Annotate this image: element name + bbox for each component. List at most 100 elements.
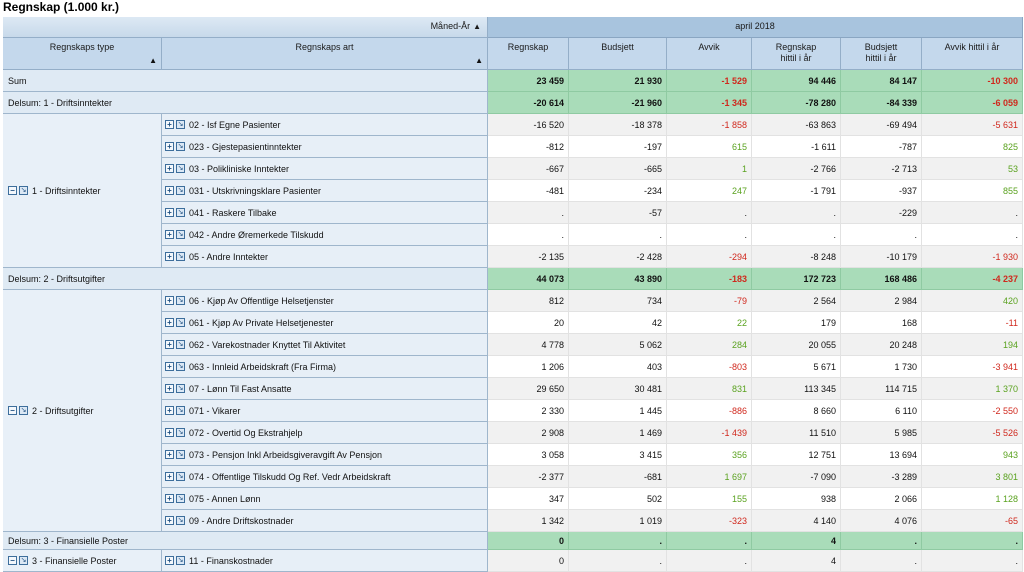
drill-down-icon[interactable]: ↘ [176, 516, 185, 525]
drill-down-icon[interactable]: ↘ [176, 296, 185, 305]
sort-asc-icon[interactable]: ▲ [149, 55, 157, 66]
pivot-dimension-header[interactable]: Måned-År ▲ [3, 17, 488, 38]
value-cell: -84 339 [841, 92, 922, 114]
expand-icon[interactable]: + [165, 186, 174, 195]
collapse-icon[interactable]: − [8, 186, 17, 195]
expand-icon[interactable]: + [165, 164, 174, 173]
column-header[interactable]: Regnskap hittil i år [752, 38, 841, 70]
value-cell: -803 [667, 356, 752, 378]
drill-down-icon[interactable]: ↘ [176, 186, 185, 195]
row-label-text: Sum [8, 75, 27, 86]
row-dim-header-art[interactable]: Regnskaps art ▲ [162, 38, 488, 70]
drill-down-icon[interactable]: ↘ [176, 164, 185, 173]
value-cell: -183 [667, 268, 752, 290]
group-label[interactable]: − ↘ 1 - Driftsinntekter [3, 114, 162, 268]
account-row-label[interactable]: + ↘ 031 - Utskrivningsklare Pasienter [162, 180, 488, 202]
account-row-label[interactable]: + ↘ 062 - Varekostnader Knyttet Til Aktivi… [162, 334, 488, 356]
account-row-label[interactable]: + ↘ 074 - Offentlige Tilskudd Og Ref. Vedr… [162, 466, 488, 488]
drill-down-icon[interactable]: ↘ [176, 208, 185, 217]
expand-icon[interactable]: + [165, 142, 174, 151]
drill-down-icon[interactable]: ↘ [176, 318, 185, 327]
value-cell: 12 751 [752, 444, 841, 466]
expand-icon[interactable]: + [165, 428, 174, 437]
column-header-line2: hittil i år [865, 53, 897, 63]
value-cell: 247 [667, 180, 752, 202]
value-cell: 84 147 [841, 70, 922, 92]
value-cell: -2 550 [922, 400, 1023, 422]
sort-asc-icon[interactable]: ▲ [475, 55, 483, 66]
account-row-label[interactable]: + ↘ 073 - Pensjon Inkl Arbeidsgiveravgift … [162, 444, 488, 466]
column-header[interactable]: Budsjett [569, 38, 667, 70]
expand-icon[interactable]: + [165, 230, 174, 239]
account-row-label[interactable]: + ↘ 07 - Lønn Til Fast Ansatte [162, 378, 488, 400]
collapse-icon[interactable]: − [8, 556, 17, 565]
drill-down-icon[interactable]: ↘ [176, 252, 185, 261]
drill-down-icon[interactable]: ↘ [176, 494, 185, 503]
account-row-label[interactable]: + ↘ 02 - Isf Egne Pasienter [162, 114, 488, 136]
value-cell: 938 [752, 488, 841, 510]
drill-down-icon[interactable]: ↘ [19, 186, 28, 195]
account-row-label[interactable]: + ↘ 05 - Andre Inntekter [162, 246, 488, 268]
expand-icon[interactable]: + [165, 556, 174, 565]
expand-icon[interactable]: + [165, 362, 174, 371]
column-header[interactable]: Regnskap [488, 38, 569, 70]
account-row-label[interactable]: + ↘ 072 - Overtid Og Ekstrahjelp [162, 422, 488, 444]
expand-icon[interactable]: + [165, 208, 174, 217]
expand-icon[interactable]: + [165, 340, 174, 349]
expand-icon[interactable]: + [165, 472, 174, 481]
value-cell: 113 345 [752, 378, 841, 400]
group-label[interactable]: − ↘ 2 - Driftsutgifter [3, 290, 162, 532]
value-cell: 172 723 [752, 268, 841, 290]
account-row-label[interactable]: + ↘ 075 - Annen Lønn [162, 488, 488, 510]
account-row-label[interactable]: + ↘ 09 - Andre Driftskostnader [162, 510, 488, 532]
drill-down-icon[interactable]: ↘ [176, 120, 185, 129]
account-row-label[interactable]: + ↘ 041 - Raskere Tilbake [162, 202, 488, 224]
drill-down-icon[interactable]: ↘ [176, 384, 185, 393]
value-cell: -197 [569, 136, 667, 158]
row-label-text: 09 - Andre Driftskostnader [189, 515, 294, 526]
value-cell: 168 [841, 312, 922, 334]
drill-down-icon[interactable]: ↘ [176, 230, 185, 239]
value-cell: 943 [922, 444, 1023, 466]
drill-down-icon[interactable]: ↘ [19, 406, 28, 415]
expand-icon[interactable]: + [165, 494, 174, 503]
expand-icon[interactable]: + [165, 406, 174, 415]
collapse-icon[interactable]: − [8, 406, 17, 415]
drill-down-icon[interactable]: ↘ [176, 340, 185, 349]
drill-down-icon[interactable]: ↘ [176, 406, 185, 415]
account-row-label[interactable]: + ↘ 042 - Andre Øremerkede Tilskudd [162, 224, 488, 246]
account-row-label[interactable]: + ↘ 061 - Kjøp Av Private Helsetjenester [162, 312, 488, 334]
value-cell: -6 059 [922, 92, 1023, 114]
row-label-text: 074 - Offentlige Tilskudd Og Ref. Vedr A… [189, 471, 391, 482]
column-header[interactable]: Avvik hittil i år [922, 38, 1023, 70]
drill-down-icon[interactable]: ↘ [176, 428, 185, 437]
subtotal-row-label: Delsum: 3 - Finansielle Poster [3, 532, 488, 550]
column-header[interactable]: Avvik [667, 38, 752, 70]
drill-down-icon[interactable]: ↘ [176, 556, 185, 565]
drill-down-icon[interactable]: ↘ [19, 556, 28, 565]
account-row-label[interactable]: + ↘ 023 - Gjestepasientinntekter [162, 136, 488, 158]
account-row-label[interactable]: + ↘ 06 - Kjøp Av Offentlige Helsetjenster [162, 290, 488, 312]
sort-asc-icon[interactable]: ▲ [473, 22, 481, 31]
value-cell: -681 [569, 466, 667, 488]
account-row-label[interactable]: + ↘ 11 - Finanskostnader [162, 550, 488, 572]
drill-down-icon[interactable]: ↘ [176, 362, 185, 371]
expand-icon[interactable]: + [165, 296, 174, 305]
expand-icon[interactable]: + [165, 384, 174, 393]
drill-down-icon[interactable]: ↘ [176, 472, 185, 481]
value-cell: -20 614 [488, 92, 569, 114]
expand-icon[interactable]: + [165, 120, 174, 129]
expand-icon[interactable]: + [165, 516, 174, 525]
column-header[interactable]: Budsjett hittil i år [841, 38, 922, 70]
account-row-label[interactable]: + ↘ 03 - Polikliniske Inntekter [162, 158, 488, 180]
drill-down-icon[interactable]: ↘ [176, 142, 185, 151]
account-row-label[interactable]: + ↘ 071 - Vikarer [162, 400, 488, 422]
expand-icon[interactable]: + [165, 450, 174, 459]
row-dim-header-type[interactable]: Regnskaps type ▲ [3, 38, 162, 70]
column-header-line1: Regnskap [775, 42, 817, 52]
expand-icon[interactable]: + [165, 318, 174, 327]
drill-down-icon[interactable]: ↘ [176, 450, 185, 459]
group-label[interactable]: − ↘ 3 - Finansielle Poster [3, 550, 162, 572]
expand-icon[interactable]: + [165, 252, 174, 261]
account-row-label[interactable]: + ↘ 063 - Innleid Arbeidskraft (Fra Firma) [162, 356, 488, 378]
